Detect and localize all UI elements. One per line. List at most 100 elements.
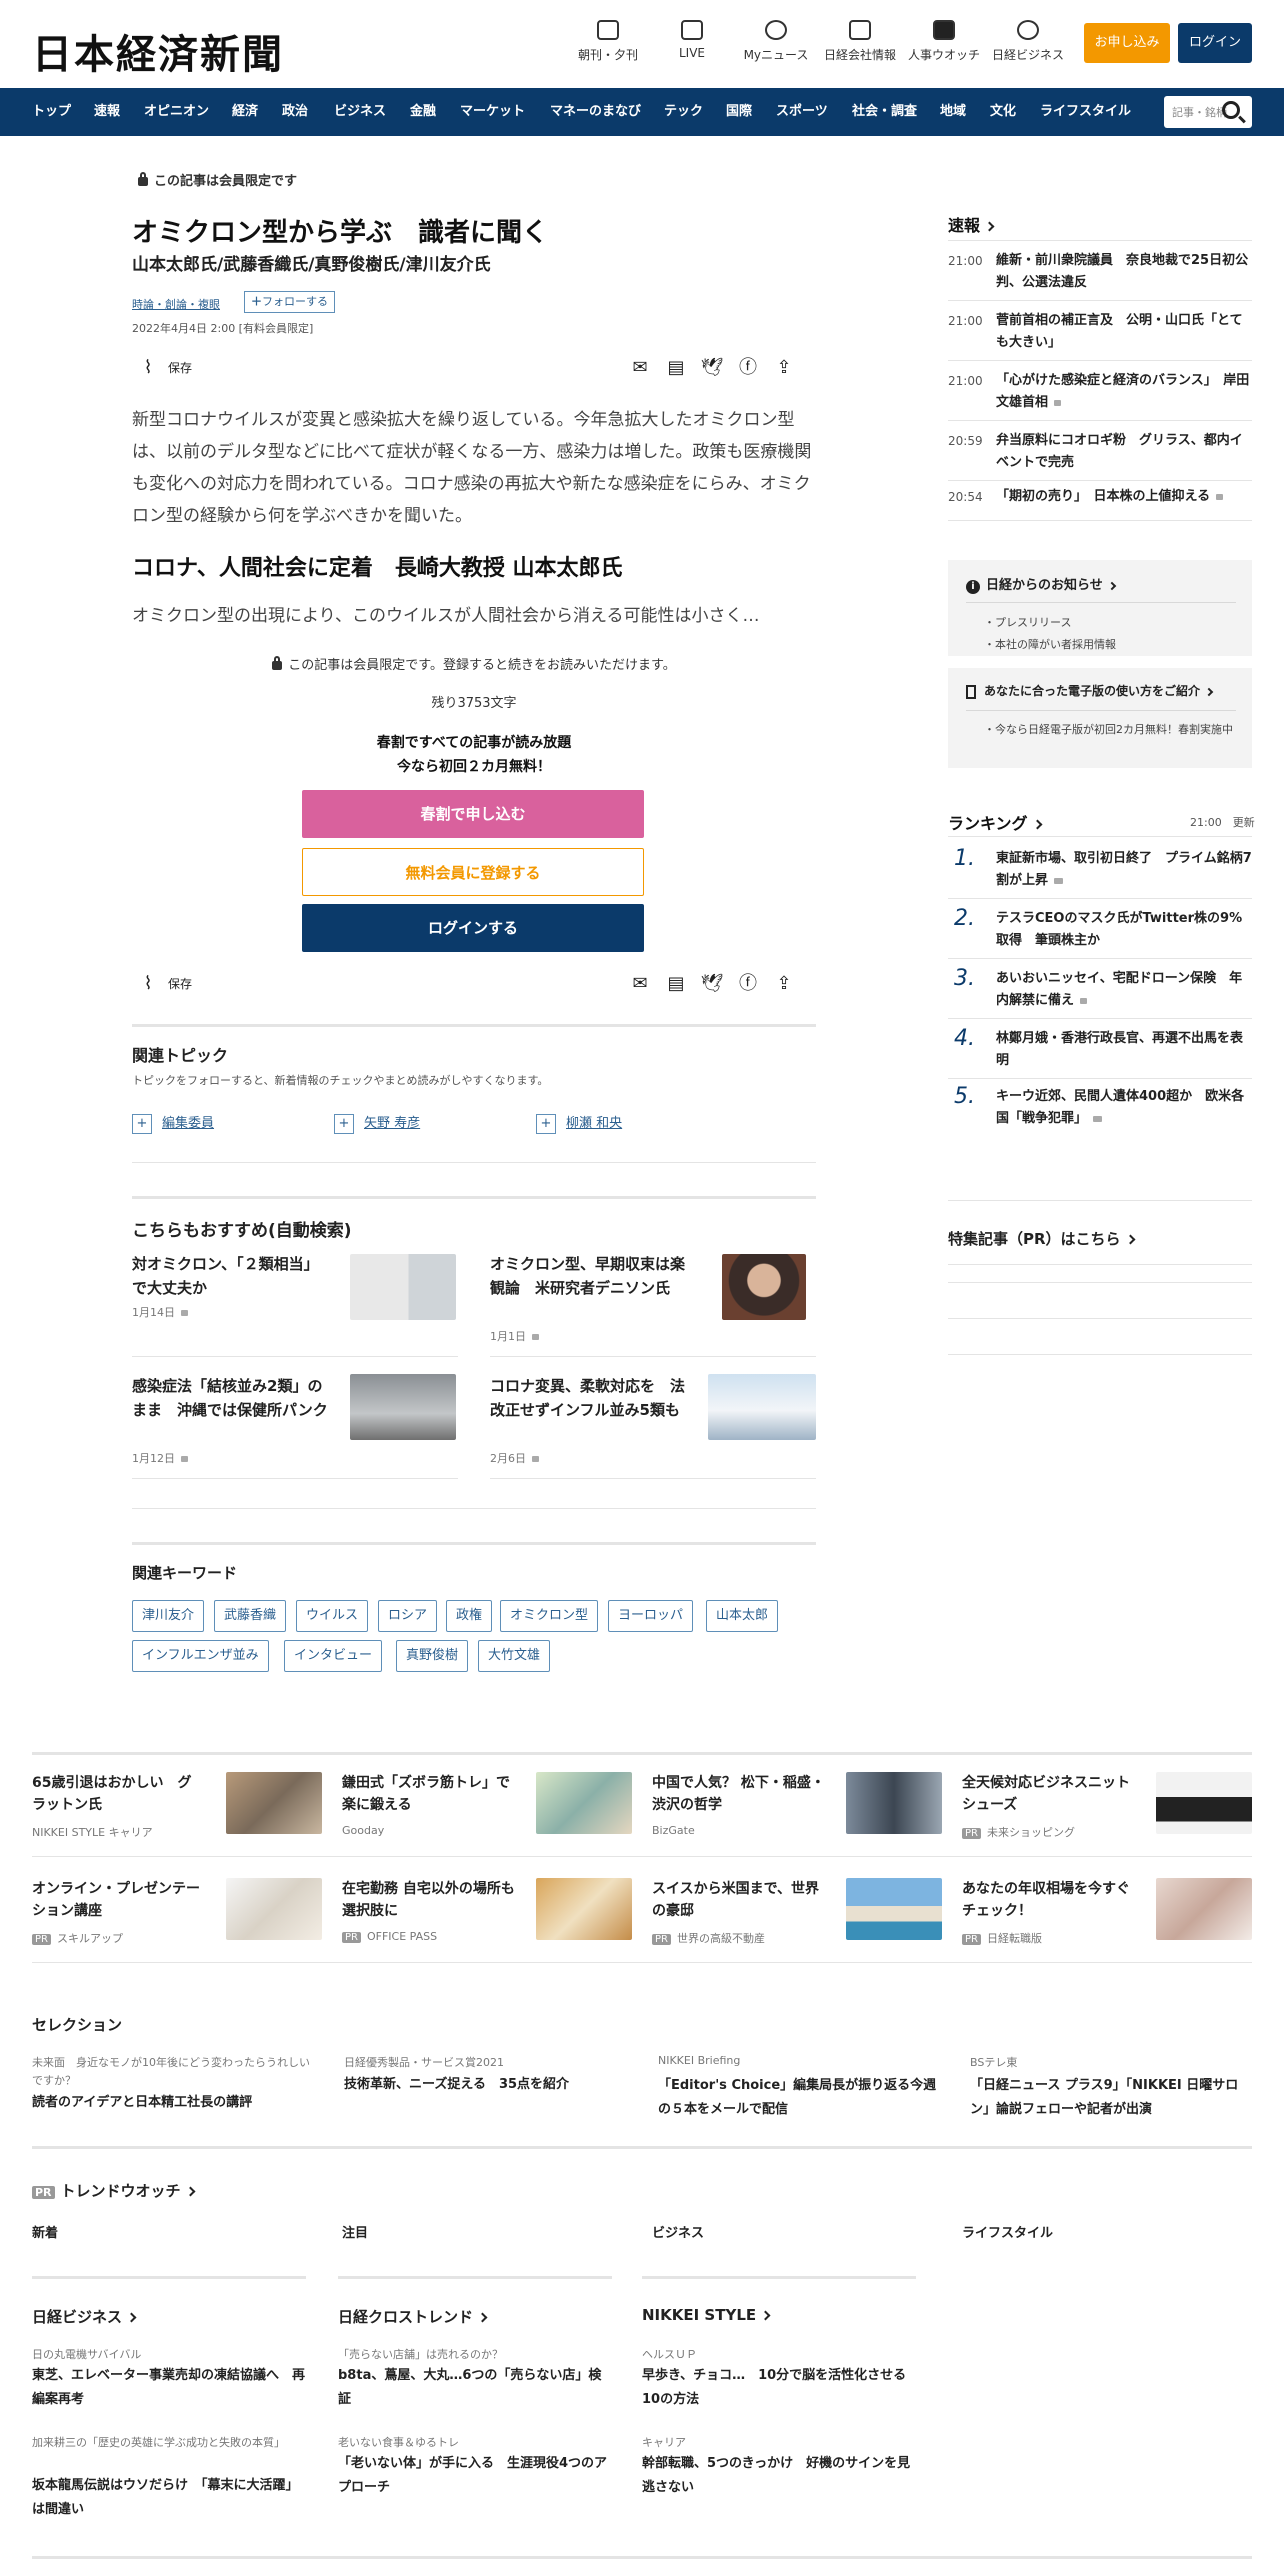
grid-item-title[interactable]: あなたの年収相場を今すぐチェック！ xyxy=(962,1878,1140,1922)
selection-title[interactable]: 読者のアイデアと日本精工社長の講評 xyxy=(32,2092,316,2114)
person-photo[interactable] xyxy=(722,1254,806,1320)
login-cta-button[interactable]: ログインする xyxy=(302,904,644,952)
grid-thumbnail[interactable] xyxy=(846,1772,942,1834)
keyword-tag[interactable]: オミクロン型 xyxy=(500,1600,599,1632)
memo-icon[interactable]: ▤ xyxy=(664,972,688,996)
grid-item-title[interactable]: 全天候対応ビジネスニットシューズ xyxy=(962,1772,1140,1816)
guide-heading[interactable]: あなたに合った電子版の使い方をご紹介 xyxy=(966,682,1214,699)
search-input[interactable]: 記事・銘柄 xyxy=(1164,96,1252,128)
memo-icon[interactable]: ▤ xyxy=(664,356,688,380)
paperclip-icon[interactable]: ⌇ xyxy=(136,356,160,380)
grid-thumbnail[interactable] xyxy=(1156,1878,1252,1940)
nav-item[interactable]: マーケット xyxy=(460,88,525,136)
topic-follow-item[interactable]: + 矢野 寿彦 xyxy=(334,1112,420,1134)
grid-item-title[interactable]: 鎌田式「ズボラ筋トレ」で楽に鍛える xyxy=(342,1772,520,1816)
topic-follow-item[interactable]: + 編集委員 xyxy=(132,1112,214,1134)
partner-title[interactable]: 早歩き、チョコ… 10分で脳を活性化させる10の方法 xyxy=(642,2364,916,2412)
trend-tab[interactable]: ビジネス xyxy=(652,2222,704,2241)
register-button[interactable]: 無料会員に登録する xyxy=(302,848,644,896)
nav-item[interactable]: テック xyxy=(664,88,703,136)
header-link-paper[interactable]: 朝刊・夕刊 xyxy=(568,20,648,63)
partner-title[interactable]: 坂本龍馬伝説はウソだらけ 「幕末に大活躍」は間違い xyxy=(32,2474,306,2522)
header-link-mynews[interactable]: Myニュース xyxy=(736,20,816,63)
partner-title[interactable]: 東芝、エレベーター事業売却の凍結協議へ 再編案再考 xyxy=(32,2364,306,2412)
save-label[interactable]: 保存 xyxy=(168,972,208,996)
header-link-jinji[interactable]: 人事ウオッチ xyxy=(904,20,984,63)
category-link[interactable]: 時論・創論・複眼 xyxy=(132,296,220,312)
ranking-item[interactable]: テスラCEOのマスク氏がTwitter株の9%取得 筆頭株主か xyxy=(996,908,1252,952)
paperclip-icon[interactable]: ⌇ xyxy=(136,972,160,996)
apply-button[interactable]: お申し込み xyxy=(1084,23,1170,63)
nav-item[interactable]: オピニオン xyxy=(144,88,209,136)
grid-thumbnail[interactable] xyxy=(226,1878,322,1940)
recommend-item-title[interactable]: オミクロン型、早期収束は楽観論 米研究者デニソン氏 xyxy=(490,1252,694,1300)
nav-item[interactable]: 文化 xyxy=(990,88,1016,136)
guide-item[interactable]: ・今なら日経電子版が初回2カ月無料！春割実施中 xyxy=(984,720,1234,740)
header-link-live[interactable]: LIVE xyxy=(652,20,732,60)
ranking-item[interactable]: あいおいニッセイ、宅配ドローン保険 年内解禁に備え xyxy=(996,968,1252,1012)
keyword-tag[interactable]: 大竹文雄 xyxy=(478,1640,551,1672)
nikkei-logo[interactable]: 日本経済新聞 xyxy=(32,22,284,80)
partner-title[interactable]: 幹部転職、5つのきっかけ 好機のサインを見逃さない xyxy=(642,2452,916,2500)
partner-title[interactable]: b8ta、蔦屋、大丸…6つの「売らない店」検証 xyxy=(338,2364,612,2412)
trend-tab[interactable]: 注目 xyxy=(342,2222,368,2241)
nav-item[interactable]: 経済 xyxy=(232,88,258,136)
grid-item-title[interactable]: 在宅勤務 自宅以外の場所も選択肢に xyxy=(342,1878,520,1922)
trend-heading[interactable]: PR トレンドウオッチ xyxy=(32,2180,196,2201)
nav-item[interactable]: 金融 xyxy=(410,88,436,136)
grid-thumbnail[interactable] xyxy=(1156,1772,1252,1834)
keyword-tag[interactable]: ヨーロッパ xyxy=(608,1600,694,1632)
news-item[interactable]: 菅前首相の補正言及 公明・山口氏「とても大きい」 xyxy=(996,310,1252,354)
share-icon[interactable]: ⇪ xyxy=(772,356,796,380)
grid-thumbnail[interactable] xyxy=(536,1878,632,1940)
follow-button[interactable]: ＋フォローする xyxy=(244,291,335,313)
article-thumbnail[interactable] xyxy=(708,1374,816,1440)
keyword-tag[interactable]: ウイルス xyxy=(296,1600,369,1632)
selection-title[interactable]: 技術革新、ニーズ捉える 35点を紹介 xyxy=(344,2074,628,2096)
nav-item[interactable]: 速報 xyxy=(94,88,120,136)
recommend-item-title[interactable]: 感染症法「結核並み2類」のまま 沖縄では保健所パンク xyxy=(132,1374,336,1422)
keyword-tag[interactable]: 山本太郎 xyxy=(706,1600,779,1632)
nav-item[interactable]: マネーのまなび xyxy=(550,88,641,136)
share-icon[interactable]: ⇪ xyxy=(772,972,796,996)
nav-item[interactable]: 政治 xyxy=(282,88,308,136)
keyword-tag[interactable]: 武藤香織 xyxy=(214,1600,287,1632)
facebook-icon[interactable]: ⓕ xyxy=(736,356,760,380)
facebook-icon[interactable]: ⓕ xyxy=(736,972,760,996)
sokuho-heading[interactable]: 速報 xyxy=(948,212,995,236)
keyword-tag[interactable]: インフルエンザ並み xyxy=(132,1640,269,1672)
trend-tab[interactable]: ライフスタイル xyxy=(962,2222,1053,2241)
tokushu-link[interactable]: 特集記事（PR）はこちら xyxy=(948,1228,1135,1249)
article-thumbnail[interactable] xyxy=(350,1254,456,1320)
news-item[interactable]: 「心がけた感染症と経済のバランス」 岸田文雄首相 xyxy=(996,370,1252,414)
news-item[interactable]: 弁当原料にコオロギ粉 グリラス、都内イベントで完売 xyxy=(996,430,1252,474)
search-icon[interactable] xyxy=(1222,101,1240,119)
nav-item[interactable]: 社会・調査 xyxy=(852,88,917,136)
keyword-tag[interactable]: 政権 xyxy=(446,1600,493,1632)
article-thumbnail[interactable] xyxy=(350,1374,456,1440)
selection-title[interactable]: 「Editor's Choice」編集局長が振り返る今週の５本をメールで配信 xyxy=(658,2074,942,2122)
nav-item[interactable]: トップ xyxy=(32,88,71,136)
grid-thumbnail[interactable] xyxy=(846,1878,942,1940)
notice-item[interactable]: ・本社の障がい者採用情報 xyxy=(984,636,1116,652)
nav-item[interactable]: スポーツ xyxy=(776,88,828,136)
recommend-item-title[interactable]: コロナ変異、柔軟対応を 法改正せずインフル並み5類も xyxy=(490,1374,694,1422)
keyword-tag[interactable]: 真野俊樹 xyxy=(396,1640,469,1672)
ranking-heading[interactable]: ランキング xyxy=(948,810,1042,834)
trend-tab[interactable]: 新着 xyxy=(32,2222,58,2241)
partner-heading[interactable]: 日経ビジネス xyxy=(32,2306,137,2327)
keyword-tag[interactable]: ロシア xyxy=(378,1600,438,1632)
grid-item-title[interactable]: 65歳引退はおかしい グラットン氏 xyxy=(32,1772,200,1816)
twitter-icon[interactable]: 🕊 xyxy=(700,356,724,380)
mail-icon[interactable]: ✉ xyxy=(628,972,652,996)
header-link-company[interactable]: 日経会社情報 xyxy=(820,20,900,63)
ranking-item[interactable]: キーウ近郊、民間人遺体400超か 欧米各国「戦争犯罪」 xyxy=(996,1086,1252,1130)
twitter-icon[interactable]: 🕊 xyxy=(700,972,724,996)
ranking-item[interactable]: 林鄭月娥・香港行政長官、再選不出馬を表明 xyxy=(996,1028,1252,1072)
partner-heading[interactable]: 日経クロストレンド xyxy=(338,2306,488,2327)
keyword-tag[interactable]: 津川友介 xyxy=(132,1600,205,1632)
save-label[interactable]: 保存 xyxy=(168,356,208,380)
spring-signup-button[interactable]: 春割で申し込む xyxy=(302,790,644,838)
grid-item-title[interactable]: オンライン・プレゼンテーション講座 xyxy=(32,1878,200,1922)
partner-title[interactable]: 「老いない体」が手に入る 生涯現役4つのアプローチ xyxy=(338,2452,612,2500)
